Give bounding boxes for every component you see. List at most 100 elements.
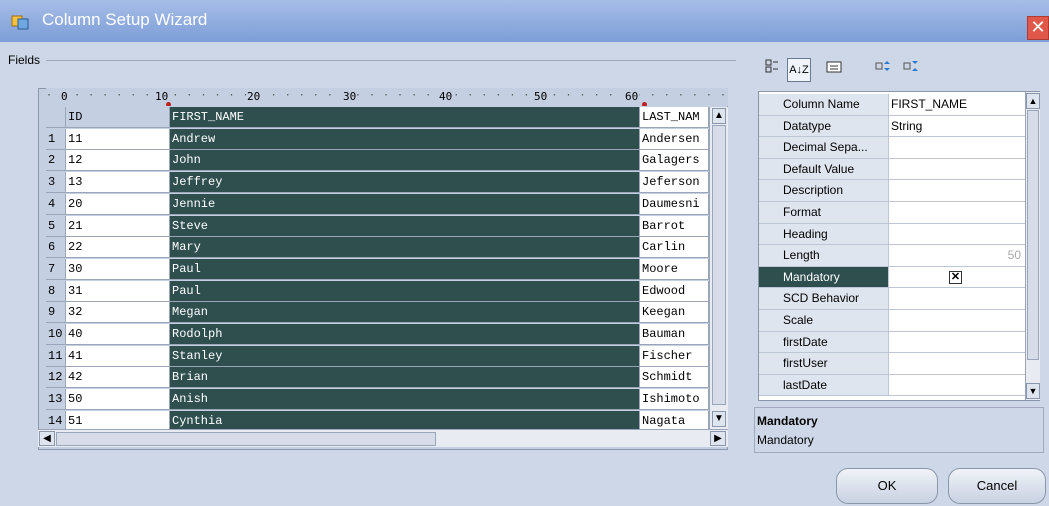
property-name[interactable]: firstDate [759, 331, 889, 354]
cell-first-name[interactable]: Jennie [170, 193, 640, 215]
cancel-button[interactable]: Cancel [948, 468, 1046, 504]
property-name[interactable]: lastDate [759, 374, 889, 397]
property-value[interactable] [889, 158, 1025, 181]
mandatory-checkbox[interactable]: ✕ [949, 270, 962, 284]
scroll-up-icon[interactable]: ▲ [712, 108, 726, 124]
property-name[interactable]: Heading [759, 223, 889, 246]
cell-last-name[interactable]: Bauman [640, 324, 709, 345]
cell-last-name[interactable]: Barrot [640, 215, 709, 237]
table-row[interactable]: 4 20 Jennie Daumesni [46, 193, 709, 215]
property-value[interactable] [889, 374, 1025, 397]
cell-first-name[interactable]: Rodolph [170, 324, 640, 345]
scroll-left-icon[interactable]: ◀ [39, 431, 55, 446]
property-name[interactable]: Decimal Sepa... [759, 137, 889, 159]
scroll-down-icon[interactable]: ▼ [712, 411, 726, 427]
property-name[interactable]: SCD Behavior [759, 288, 889, 310]
property-name[interactable]: Length [759, 245, 889, 267]
cell-last-name[interactable]: Andersen [640, 128, 709, 150]
property-value[interactable] [889, 353, 1025, 375]
cell-last-name[interactable]: Moore [640, 258, 709, 280]
property-row[interactable]: Heading [759, 223, 1025, 246]
property-row[interactable]: Length 50 [759, 245, 1025, 267]
property-value[interactable] [889, 331, 1025, 354]
cell-id[interactable]: 41 [66, 345, 170, 367]
property-scrollbar[interactable]: ▲ ▼ [1025, 92, 1040, 400]
property-name[interactable]: Description [759, 180, 889, 202]
cell-id[interactable]: 22 [66, 237, 170, 259]
property-value[interactable]: ✕ [889, 266, 1025, 289]
property-row[interactable]: lastDate [759, 374, 1025, 397]
ok-button[interactable]: OK [836, 468, 938, 504]
table-row[interactable]: 1 11 Andrew Andersen [46, 128, 709, 150]
property-name[interactable]: Format [759, 202, 889, 224]
property-row[interactable]: Scale [759, 310, 1025, 332]
cell-last-name[interactable]: Ishimoto [640, 389, 709, 411]
table-row[interactable]: 11 41 Stanley Fischer [46, 345, 709, 367]
cell-first-name[interactable]: Brian [170, 367, 640, 389]
scroll-thumb[interactable] [712, 125, 726, 405]
cell-first-name[interactable]: Megan [170, 302, 640, 324]
scroll-thumb[interactable] [1027, 110, 1039, 360]
property-value[interactable] [889, 137, 1025, 159]
cell-id[interactable]: 42 [66, 367, 170, 389]
property-value[interactable] [889, 288, 1025, 310]
cell-id[interactable]: 32 [66, 302, 170, 324]
property-row[interactable]: firstUser [759, 353, 1025, 375]
table-row[interactable]: 3 13 Jeffrey Jeferson [46, 172, 709, 194]
close-button[interactable]: ✕ [1027, 16, 1049, 40]
column-ruler[interactable]: · · · · · · · · · · · · · · · · · · · · … [46, 88, 728, 106]
property-row[interactable]: SCD Behavior [759, 288, 1025, 310]
cell-id[interactable]: 40 [66, 324, 170, 345]
property-name[interactable]: Scale [759, 310, 889, 332]
sort-alphabetical-icon[interactable]: A↓Z [787, 58, 811, 82]
scroll-up-icon[interactable]: ▲ [1026, 93, 1040, 109]
column-boundary-marker[interactable] [166, 102, 171, 106]
property-value[interactable] [889, 180, 1025, 202]
property-value[interactable]: 50 [889, 245, 1025, 267]
table-row[interactable]: 10 40 Rodolph Bauman [46, 324, 709, 345]
property-row[interactable]: firstDate [759, 331, 1025, 354]
cell-id[interactable]: 50 [66, 389, 170, 411]
scroll-right-icon[interactable]: ▶ [710, 431, 726, 446]
property-value[interactable] [889, 223, 1025, 246]
property-pages-icon[interactable] [822, 58, 846, 82]
property-value[interactable] [889, 310, 1025, 332]
cell-first-name[interactable]: Jeffrey [170, 172, 640, 194]
property-row[interactable]: Column Name FIRST_NAME [759, 94, 1025, 116]
property-row[interactable]: Default Value [759, 158, 1025, 181]
scroll-thumb[interactable] [56, 432, 436, 446]
cell-last-name[interactable]: Jeferson [640, 172, 709, 194]
property-name[interactable]: Datatype [759, 115, 889, 138]
cell-last-name[interactable]: Schmidt [640, 367, 709, 389]
cell-first-name[interactable]: John [170, 150, 640, 172]
column-header-first-name[interactable]: FIRST_NAME [170, 107, 640, 128]
cell-last-name[interactable]: Daumesni [640, 193, 709, 215]
cell-last-name[interactable]: Galagers [640, 150, 709, 172]
property-name[interactable]: firstUser [759, 353, 889, 375]
table-row[interactable]: 5 21 Steve Barrot [46, 215, 709, 237]
grid-horizontal-scrollbar[interactable]: ◀ ▶ [38, 429, 728, 447]
cell-id[interactable]: 11 [66, 128, 170, 150]
categorized-icon[interactable] [760, 58, 784, 82]
cell-last-name[interactable]: Keegan [640, 302, 709, 324]
cell-first-name[interactable]: Andrew [170, 128, 640, 150]
table-row[interactable]: 9 32 Megan Keegan [46, 302, 709, 324]
cell-first-name[interactable]: Paul [170, 258, 640, 280]
cell-id[interactable]: 30 [66, 258, 170, 280]
property-name[interactable]: Default Value [759, 158, 889, 181]
column-boundary-marker[interactable] [642, 102, 647, 106]
property-row[interactable]: Decimal Sepa... [759, 137, 1025, 159]
cell-last-name[interactable]: Fischer [640, 345, 709, 367]
table-row[interactable]: 6 22 Mary Carlin [46, 237, 709, 259]
property-row[interactable]: Datatype String [759, 115, 1025, 138]
cell-first-name[interactable]: Paul [170, 280, 640, 302]
cell-last-name[interactable]: Carlin [640, 237, 709, 259]
expand-icon[interactable] [872, 58, 896, 82]
table-row[interactable]: 2 12 John Galagers [46, 150, 709, 172]
column-header-id[interactable]: ID [66, 107, 170, 128]
collapse-icon[interactable] [900, 58, 924, 82]
table-row[interactable]: 13 50 Anish Ishimoto [46, 389, 709, 411]
property-name[interactable]: Column Name [759, 94, 889, 116]
property-value[interactable] [889, 202, 1025, 224]
property-value[interactable]: FIRST_NAME [889, 94, 1025, 116]
